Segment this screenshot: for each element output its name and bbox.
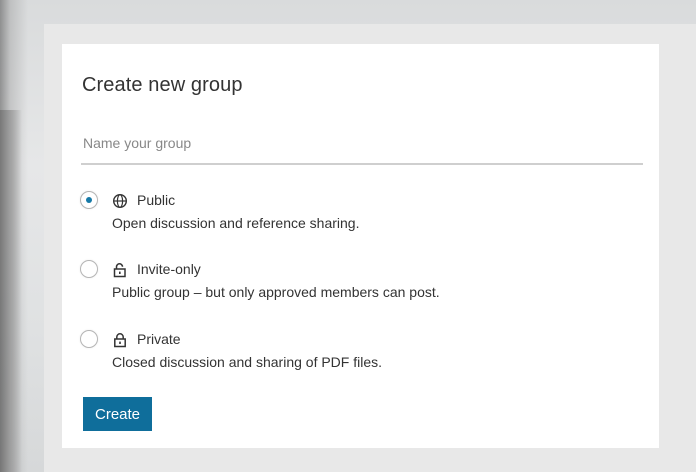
radio-public[interactable] [80,191,98,209]
group-name-input[interactable] [81,123,643,165]
option-private-label: Private [137,331,181,347]
option-invite-only-label: Invite-only [137,261,201,277]
option-public[interactable]: Public Open discussion and reference sha… [80,191,640,235]
unlocked-padlock-icon [113,263,126,278]
globe-icon [112,193,128,209]
option-invite-only[interactable]: Invite-only Public group – but only appr… [80,260,640,304]
background-decoration [0,110,22,472]
dialog-title: Create new group [82,74,243,96]
radio-private[interactable] [80,330,98,348]
option-public-label: Public [137,192,176,208]
option-private[interactable]: Private Closed discussion and sharing of… [80,330,640,374]
option-invite-only-description: Public group – but only approved members… [112,284,440,300]
create-button[interactable]: Create [83,397,153,431]
option-private-description: Closed discussion and sharing of PDF fil… [112,354,383,370]
create-group-dialog: Create new group Public Open discussion … [62,44,659,448]
locked-padlock-icon [114,333,126,348]
option-public-description: Open discussion and reference sharing. [112,215,360,231]
radio-invite-only[interactable] [80,260,98,278]
